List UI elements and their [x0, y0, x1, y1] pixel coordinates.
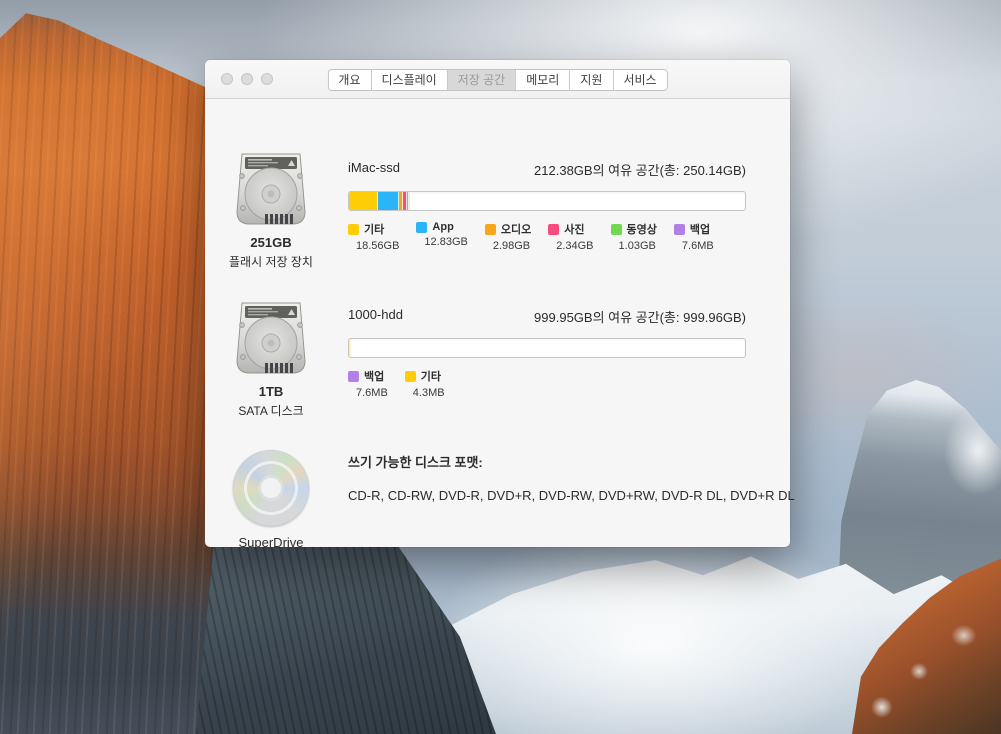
- tab-displays[interactable]: 디스플레이: [371, 70, 447, 90]
- drive-icon-column: 251GB 플래시 저장 장치: [205, 150, 337, 270]
- wallpaper-el-capitan-cliff: [0, 0, 217, 734]
- storage-legend: 기타 18.56GB App 12.83GB 오디오 2.98GB 사진 2.3…: [348, 221, 746, 252]
- traffic-lights: [221, 73, 273, 85]
- tab-memory[interactable]: 메모리: [515, 70, 569, 90]
- bar-segment-other: [350, 339, 351, 357]
- legend-label: 기타: [421, 368, 441, 384]
- drive-capacity: 251GB: [205, 235, 337, 250]
- legend-color-chip: [485, 224, 496, 235]
- legend-label: 백업: [690, 221, 710, 237]
- about-this-mac-window: 개요 디스플레이 저장 공간 메모리 지원 서비스: [205, 60, 790, 547]
- storage-usage-bar: [348, 191, 746, 211]
- formats-list: CD-R, CD-RW, DVD-R, DVD+R, DVD-RW, DVD+R…: [348, 488, 746, 503]
- drive-free-space: 212.38GB의 여유 공간(총: 250.14GB): [534, 160, 746, 179]
- drive-icon-column: 1TB SATA 디스크: [205, 299, 337, 419]
- tab-bar: 개요 디스플레이 저장 공간 메모리 지원 서비스: [327, 69, 667, 91]
- legend-color-chip: [405, 371, 416, 382]
- drive-kind: SATA 디스크: [205, 402, 337, 419]
- legend-value: 2.98GB: [493, 240, 531, 252]
- desktop-wallpaper: 개요 디스플레이 저장 공간 메모리 지원 서비스: [0, 0, 1001, 734]
- legend-label: 사진: [564, 221, 584, 237]
- legend-color-chip: [348, 224, 359, 235]
- legend-value: 1.03GB: [619, 240, 657, 252]
- legend-value: 2.34GB: [556, 240, 593, 252]
- legend-label: App: [432, 221, 453, 233]
- legend-value: 18.56GB: [356, 240, 399, 252]
- zoom-button[interactable]: [261, 73, 273, 85]
- legend-item: 동영상 1.03GB: [611, 221, 657, 252]
- drive-details: iMac-ssd 212.38GB의 여유 공간(총: 250.14GB) 기타…: [348, 160, 746, 252]
- legend-value: 12.83GB: [424, 236, 467, 248]
- storage-legend: 백업 7.6MB 기타 4.3MB: [348, 368, 746, 399]
- optical-drive-name: SuperDrive: [205, 535, 337, 550]
- legend-color-chip: [548, 224, 559, 235]
- cd-disc-icon: [233, 450, 309, 526]
- storage-usage-bar: [348, 338, 746, 358]
- drive-name: iMac-ssd: [348, 160, 400, 179]
- drive-name: 1000-hdd: [348, 307, 403, 326]
- legend-color-chip: [416, 222, 427, 233]
- legend-item: 사진 2.34GB: [548, 221, 593, 252]
- legend-label: 오디오: [501, 221, 531, 237]
- tab-support[interactable]: 지원: [569, 70, 612, 90]
- tab-overview[interactable]: 개요: [328, 70, 370, 90]
- legend-color-chip: [674, 224, 685, 235]
- bar-segment-apps: [378, 192, 398, 210]
- legend-item: 기타 4.3MB: [405, 368, 445, 399]
- legend-item: 기타 18.56GB: [348, 221, 399, 252]
- formats-title: 쓰기 가능한 디스크 포맷:: [348, 452, 746, 471]
- legend-label: 백업: [364, 368, 384, 384]
- legend-color-chip: [348, 371, 359, 382]
- hard-drive-icon: [232, 150, 310, 230]
- storage-panel: 251GB 플래시 저장 장치 iMac-ssd 212.38GB의 여유 공간…: [205, 99, 790, 548]
- legend-color-chip: [611, 224, 622, 235]
- legend-item: 백업 7.6MB: [674, 221, 714, 252]
- hard-drive-icon: [232, 299, 310, 379]
- bar-segment-other: [349, 192, 378, 210]
- legend-value: 7.6MB: [356, 387, 388, 399]
- legend-item: App 12.83GB: [416, 221, 467, 252]
- minimize-button[interactable]: [241, 73, 253, 85]
- legend-value: 7.6MB: [682, 240, 714, 252]
- tab-storage[interactable]: 저장 공간: [447, 70, 516, 90]
- legend-label: 동영상: [627, 221, 657, 237]
- window-titlebar[interactable]: 개요 디스플레이 저장 공간 메모리 지원 서비스: [205, 60, 790, 99]
- optical-drive-column: SuperDrive: [205, 450, 337, 550]
- drive-kind: 플래시 저장 장치: [205, 253, 337, 270]
- drive-free-space: 999.95GB의 여유 공간(총: 999.96GB): [534, 307, 746, 326]
- legend-value: 4.3MB: [413, 387, 445, 399]
- tab-service[interactable]: 서비스: [612, 70, 666, 90]
- close-button[interactable]: [221, 73, 233, 85]
- legend-item: 오디오 2.98GB: [485, 221, 531, 252]
- legend-label: 기타: [364, 221, 384, 237]
- optical-drive-details: 쓰기 가능한 디스크 포맷: CD-R, CD-RW, DVD-R, DVD+R…: [348, 452, 746, 503]
- legend-item: 백업 7.6MB: [348, 368, 388, 399]
- drive-capacity: 1TB: [205, 384, 337, 399]
- bar-segment-backups: [409, 192, 410, 210]
- drive-details: 1000-hdd 999.95GB의 여유 공간(총: 999.96GB) 백업…: [348, 307, 746, 399]
